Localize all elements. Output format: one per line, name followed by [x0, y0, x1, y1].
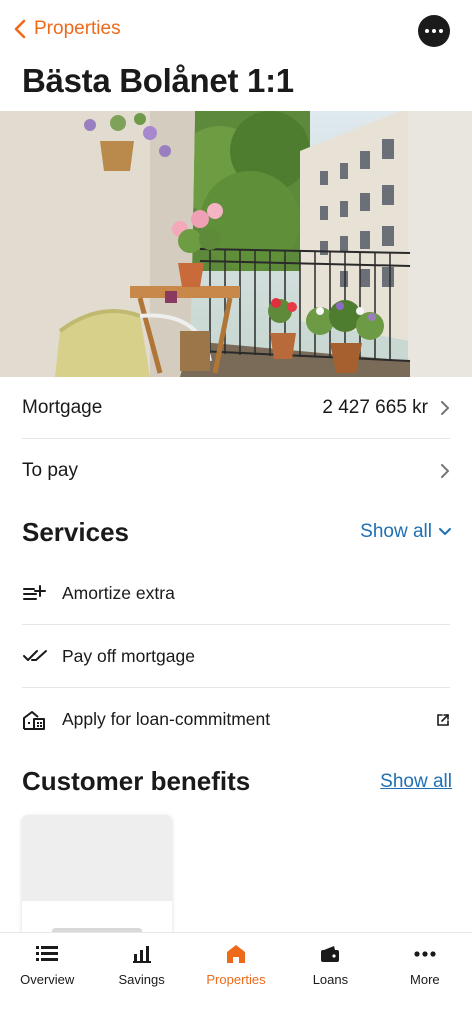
home-icon	[226, 943, 246, 965]
back-button[interactable]: Properties	[14, 18, 121, 40]
benefits-show-all-link[interactable]: Show all	[380, 771, 452, 793]
to-pay-row[interactable]: To pay	[22, 440, 450, 502]
page-title: Bästa Bolånet 1:1	[22, 62, 294, 99]
mortgage-row[interactable]: Mortgage 2 427 665 kr	[22, 377, 450, 439]
service-amortize-extra[interactable]: Amortize extra	[22, 562, 450, 625]
external-link-icon	[437, 713, 449, 726]
tab-more[interactable]: More	[378, 933, 472, 1024]
bar-chart-icon	[132, 943, 151, 965]
tab-label: Savings	[118, 972, 165, 987]
chevron-down-icon	[439, 528, 451, 535]
mortgage-value: 2 427 665 kr	[322, 396, 428, 418]
more-options-button[interactable]	[418, 15, 450, 47]
chevron-left-icon	[14, 19, 26, 39]
service-label: Apply for loan-commitment	[62, 709, 271, 729]
tab-label: Properties	[206, 972, 266, 987]
benefit-card[interactable]	[22, 815, 172, 945]
mortgage-label: Mortgage	[22, 396, 103, 418]
list-icon	[36, 943, 59, 965]
service-apply-loan-commitment[interactable]: Apply for loan-commitment	[22, 688, 450, 751]
tab-overview[interactable]: Overview	[0, 933, 94, 1024]
to-pay-label: To pay	[22, 460, 78, 481]
wallet-icon	[320, 943, 340, 965]
chevron-right-icon	[441, 464, 449, 478]
service-pay-off-mortgage[interactable]: Pay off mortgage	[22, 625, 450, 688]
chevron-right-icon	[441, 400, 449, 415]
property-image	[0, 111, 472, 377]
back-label: Properties	[34, 18, 121, 39]
benefit-card-image	[22, 815, 172, 901]
amortize-icon	[22, 582, 48, 604]
tab-properties[interactable]: Properties	[189, 933, 283, 1024]
tab-label: Loans	[312, 972, 349, 987]
tab-label: Overview	[20, 972, 75, 987]
services-show-all-label: Show all	[360, 521, 432, 542]
service-label: Amortize extra	[62, 582, 175, 603]
customer-benefits-title: Customer benefits	[22, 766, 251, 796]
services-show-all-button[interactable]: Show all	[360, 521, 452, 543]
house-icon	[22, 709, 48, 731]
more-icon	[414, 943, 436, 965]
tab-savings[interactable]: Savings	[94, 933, 188, 1024]
tab-loans[interactable]: Loans	[283, 933, 377, 1024]
double-check-icon	[22, 645, 48, 667]
top-bar: Properties	[0, 0, 472, 60]
tab-label: More	[410, 972, 440, 987]
bottom-tab-bar: Overview Savings Properties Loans More	[0, 932, 472, 1024]
services-title: Services	[22, 517, 129, 547]
service-label: Pay off mortgage	[62, 645, 195, 666]
